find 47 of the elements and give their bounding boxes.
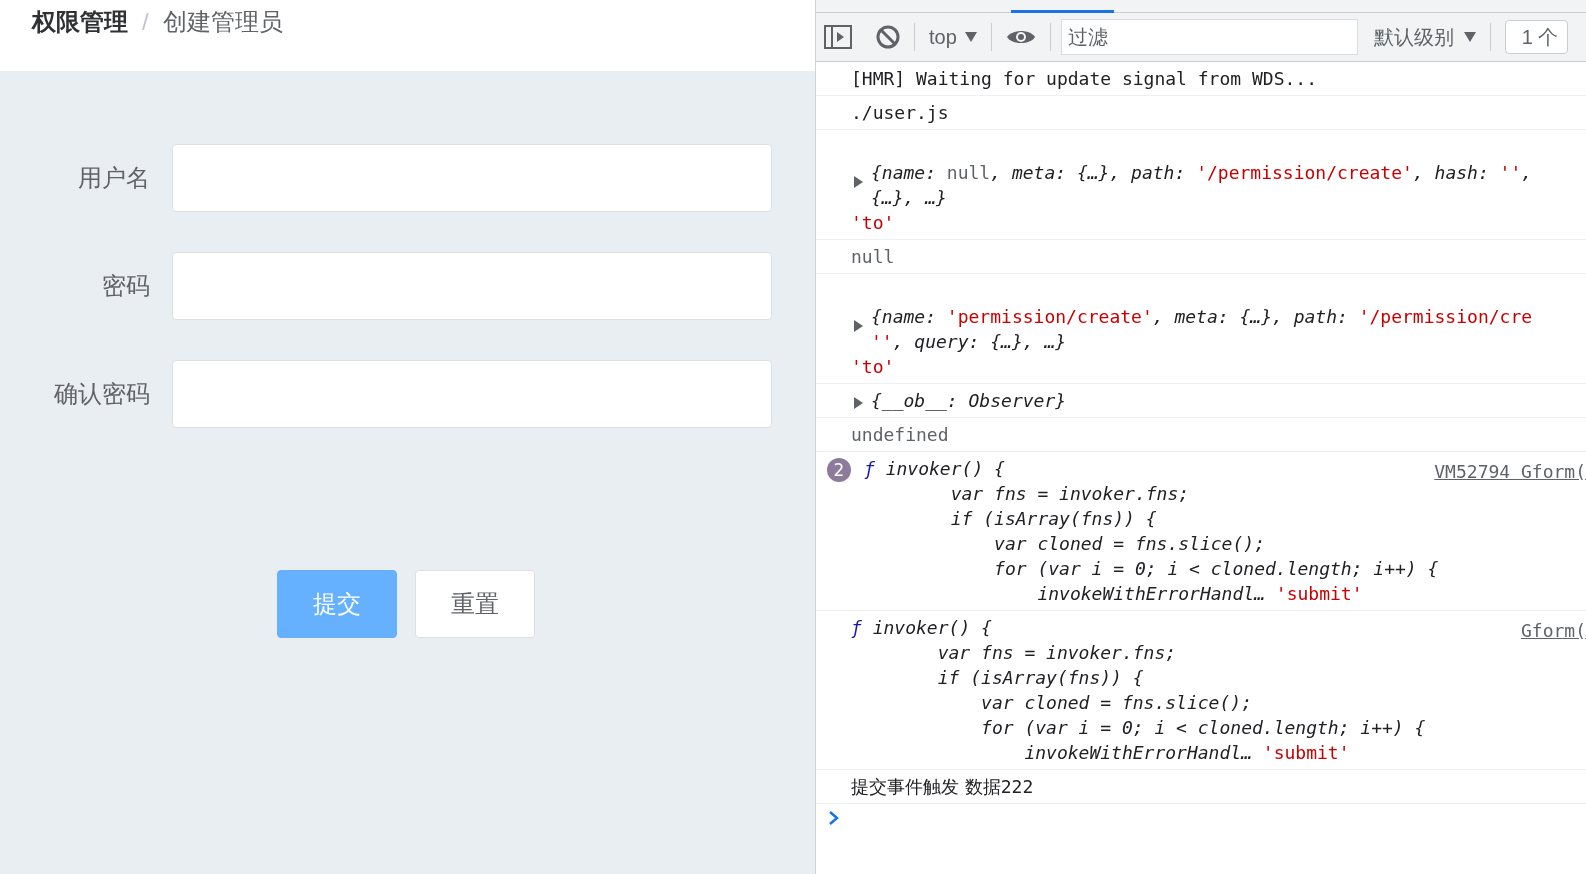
- expand-triangle-icon[interactable]: [854, 176, 863, 188]
- console-line: if (isArray(fns)) {: [949, 507, 1157, 531]
- field-label: 用户名: [77, 163, 150, 193]
- console-line: 'to': [851, 211, 895, 235]
- console-line: {name: null, meta: {…}, path: '/permission/create', hash: '',: [871, 161, 1533, 185]
- console-line: invokeWithErrorHandl… 'submit': [1036, 582, 1363, 606]
- input-field[interactable]: [172, 360, 772, 428]
- prompt-icon: [828, 810, 840, 826]
- filter-field[interactable]: 过滤: [1060, 19, 1358, 55]
- field-label: 密码: [101, 271, 150, 301]
- console-line: {name: 'permission/create', meta: {…}, path: '/permission/cre: [871, 305, 1533, 329]
- console-line: undefined: [851, 423, 949, 447]
- breadcrumb-link[interactable]: 权限管理: [32, 4, 128, 40]
- field-label: 确认密码: [53, 379, 150, 409]
- input-field[interactable]: [172, 252, 772, 320]
- console-line: [HMR] Waiting for update signal from WDS...: [851, 67, 1317, 91]
- console-line: {…}, …}: [871, 186, 947, 210]
- console-line: ƒ invoker() {: [851, 616, 992, 640]
- console-line: var cloned = fns.slice();: [993, 532, 1265, 556]
- clear-console-icon[interactable]: [876, 25, 900, 49]
- console-line: for (var i = 0; i < cloned.length; i++) {: [993, 557, 1439, 581]
- console-line: ./user.js: [851, 101, 949, 125]
- console-line: 'to': [851, 355, 895, 379]
- console-line: null: [851, 245, 895, 269]
- console-line: for (var i = 0; i < cloned.length; i++) {: [980, 716, 1426, 740]
- context-dropdown[interactable]: top: [929, 22, 977, 52]
- console-line: invokeWithErrorHandl… 'submit': [1023, 741, 1350, 765]
- dropdown-caret-icon: [1463, 32, 1476, 42]
- dropdown-caret-icon: [964, 32, 977, 42]
- breadcrumb-current: 创建管理员: [162, 7, 283, 37]
- breadcrumb-separator: /: [142, 7, 149, 37]
- console-line: if (isArray(fns)) {: [936, 666, 1144, 690]
- console-line: var fns = invoker.fns;: [949, 482, 1190, 506]
- console-line: {__ob__: Observer}: [871, 389, 1067, 413]
- expand-triangle-icon[interactable]: [854, 320, 863, 332]
- issues-button[interactable]: 1 个: [1504, 20, 1568, 54]
- sidebar-toggle-icon[interactable]: [824, 25, 852, 49]
- console-line: var fns = invoker.fns;: [936, 641, 1177, 665]
- log-level-dropdown[interactable]: 默认级别: [1373, 22, 1476, 52]
- console-line: var cloned = fns.slice();: [980, 691, 1252, 715]
- expand-triangle-icon[interactable]: [854, 397, 863, 409]
- console-line: ƒ invoker() {: [864, 457, 1005, 481]
- reset-button[interactable]: 重置: [415, 570, 535, 638]
- console-line: '', query: {…}, …}: [871, 330, 1067, 354]
- console-line: 提交事件触发 数据222: [851, 775, 1034, 799]
- input-field[interactable]: [172, 144, 772, 212]
- repeat-count-badge: 2: [827, 458, 851, 482]
